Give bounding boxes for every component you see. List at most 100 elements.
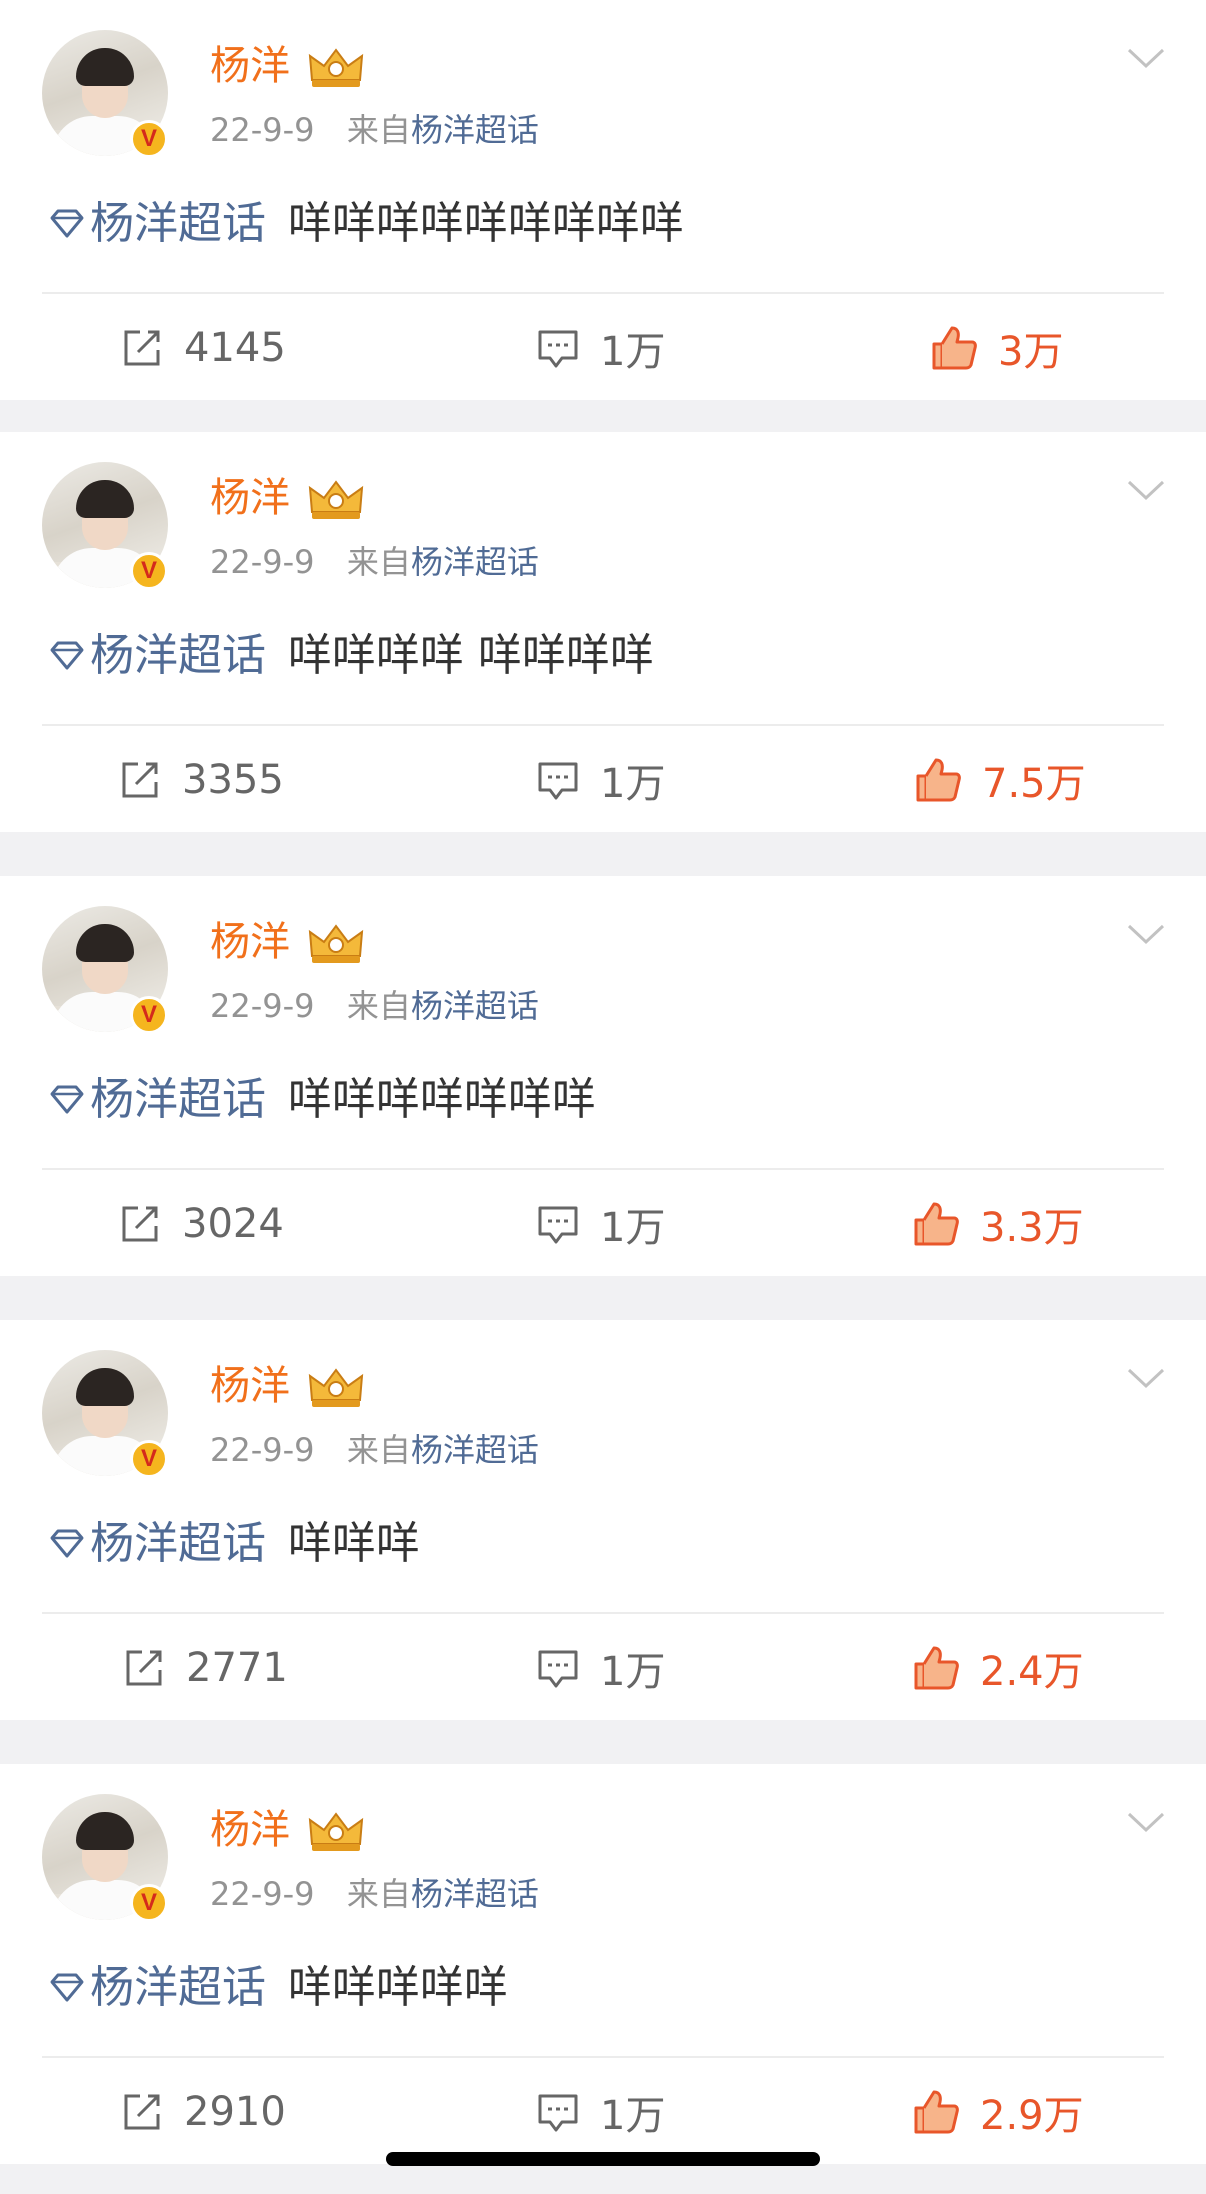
- comment-button[interactable]: 1万: [536, 1172, 665, 1276]
- repost-icon: [126, 1650, 162, 1686]
- post-content: 杨洋超话 咩咩咩咩咩咩咩咩咩: [46, 194, 684, 254]
- divider: [42, 1168, 1164, 1170]
- verified-badge-icon: V: [130, 1440, 168, 1478]
- comment-button[interactable]: 1万: [536, 1616, 665, 1720]
- username[interactable]: 杨洋: [210, 40, 290, 92]
- repost-icon: [124, 2094, 160, 2130]
- repost-button[interactable]: 2771: [122, 1616, 288, 1720]
- like-button[interactable]: 2.9万: [912, 2060, 1084, 2164]
- supertopic-link[interactable]: 杨洋超话: [46, 1518, 266, 1569]
- topic-label: 杨洋超话: [90, 1518, 266, 1569]
- via-label: 来自: [346, 1431, 411, 1469]
- post-text: 咩咩咩咩咩咩咩: [288, 1074, 596, 1125]
- post-card[interactable]: V 杨洋 22-9-9 来自杨洋超话 杨洋超话 咩咩咩咩 咩咩咩咩 3355 1…: [0, 432, 1206, 832]
- post-content: 杨洋超话 咩咩咩咩 咩咩咩咩: [46, 626, 654, 686]
- post-text: 咩咩咩: [288, 1518, 420, 1569]
- repost-button[interactable]: 4145: [120, 296, 286, 400]
- like-button[interactable]: 7.5万: [914, 728, 1086, 832]
- source-link[interactable]: 杨洋超话: [411, 111, 539, 149]
- username[interactable]: 杨洋: [210, 1360, 290, 1412]
- like-button[interactable]: 3.3万: [912, 1172, 1084, 1276]
- post-date: 22-9-9: [210, 111, 315, 149]
- post-meta: 22-9-9 来自杨洋超话: [210, 1428, 539, 1472]
- verified-badge-icon: V: [130, 552, 168, 590]
- post-date: 22-9-9: [210, 1875, 315, 1913]
- supertopic-link[interactable]: 杨洋超话: [46, 198, 266, 249]
- username[interactable]: 杨洋: [210, 1804, 290, 1856]
- repost-button[interactable]: 3355: [118, 728, 284, 832]
- action-bar: 4145 1万 3万: [0, 296, 1206, 400]
- chevron-down-icon[interactable]: [1126, 46, 1166, 70]
- diamond-icon: [50, 1529, 84, 1558]
- username[interactable]: 杨洋: [210, 472, 290, 524]
- verified-badge-icon: V: [130, 1884, 168, 1922]
- thumbs-up-icon: [914, 1646, 959, 1690]
- comment-icon: [538, 1650, 578, 1688]
- crown-icon: [308, 1812, 364, 1851]
- post-meta: 22-9-9 来自杨洋超话: [210, 1872, 539, 1916]
- supertopic-link[interactable]: 杨洋超话: [46, 1962, 266, 2013]
- comment-button[interactable]: 1万: [536, 296, 665, 400]
- thumbs-up-icon: [932, 326, 977, 370]
- post-card[interactable]: V 杨洋 22-9-9 来自杨洋超话 杨洋超话 咩咩咩咩咩咩咩咩咩 4145 1…: [0, 0, 1206, 400]
- source-link[interactable]: 杨洋超话: [411, 987, 539, 1025]
- post-meta: 22-9-9 来自杨洋超话: [210, 108, 539, 152]
- comment-icon: [538, 762, 578, 800]
- post-text: 咩咩咩咩咩: [288, 1962, 508, 2013]
- repost-icon: [124, 330, 160, 366]
- source-link[interactable]: 杨洋超话: [411, 1875, 539, 1913]
- supertopic-link[interactable]: 杨洋超话: [46, 630, 266, 681]
- post-date: 22-9-9: [210, 1431, 315, 1469]
- via-label: 来自: [346, 987, 411, 1025]
- chevron-down-icon[interactable]: [1126, 1810, 1166, 1834]
- like-button[interactable]: 2.4万: [912, 1616, 1084, 1720]
- via-label: 来自: [346, 543, 411, 581]
- post-text: 咩咩咩咩咩咩咩咩咩: [288, 198, 684, 249]
- topic-label: 杨洋超话: [90, 1962, 266, 2013]
- post-date: 22-9-9: [210, 543, 315, 581]
- comment-icon: [538, 1206, 578, 1244]
- like-count: 7.5万: [982, 761, 1086, 807]
- post-date: 22-9-9: [210, 987, 315, 1025]
- repost-count: 3024: [182, 1201, 284, 1247]
- username[interactable]: 杨洋: [210, 916, 290, 968]
- action-bar: 2910 1万 2.9万: [0, 2060, 1206, 2164]
- chevron-down-icon[interactable]: [1126, 1366, 1166, 1390]
- post-card[interactable]: V 杨洋 22-9-9 来自杨洋超话 杨洋超话 咩咩咩咩咩 2910 1万 2.…: [0, 1764, 1206, 2164]
- supertopic-link[interactable]: 杨洋超话: [46, 1074, 266, 1125]
- post-text: 咩咩咩咩 咩咩咩咩: [288, 630, 654, 681]
- repost-button[interactable]: 2910: [120, 2060, 286, 2164]
- post-card[interactable]: V 杨洋 22-9-9 来自杨洋超话 杨洋超话 咩咩咩 2771 1万 2.4万: [0, 1320, 1206, 1720]
- repost-icon: [122, 762, 158, 798]
- source-link[interactable]: 杨洋超话: [411, 543, 539, 581]
- topic-label: 杨洋超话: [90, 630, 266, 681]
- action-bar: 3355 1万 7.5万: [0, 728, 1206, 832]
- comment-button[interactable]: 1万: [536, 2060, 665, 2164]
- divider: [42, 1612, 1164, 1614]
- home-indicator[interactable]: [386, 2152, 820, 2166]
- chevron-down-icon[interactable]: [1126, 478, 1166, 502]
- post-meta: 22-9-9 来自杨洋超话: [210, 984, 539, 1028]
- crown-icon: [308, 924, 364, 963]
- like-count: 2.9万: [980, 2093, 1084, 2139]
- like-button[interactable]: 3万: [930, 296, 1063, 400]
- crown-icon: [308, 1368, 364, 1407]
- source-link[interactable]: 杨洋超话: [411, 1431, 539, 1469]
- post-content: 杨洋超话 咩咩咩: [46, 1514, 420, 1574]
- via-label: 来自: [346, 111, 411, 149]
- post-card[interactable]: V 杨洋 22-9-9 来自杨洋超话 杨洋超话 咩咩咩咩咩咩咩 3024 1万 …: [0, 876, 1206, 1276]
- comment-count: 1万: [600, 1649, 666, 1695]
- thumbs-up-icon: [914, 1202, 959, 1246]
- divider: [42, 2056, 1164, 2058]
- comment-icon: [538, 330, 578, 368]
- comment-button[interactable]: 1万: [536, 728, 665, 832]
- comment-count: 1万: [600, 2093, 666, 2139]
- diamond-icon: [50, 209, 84, 238]
- like-count: 3.3万: [980, 1205, 1084, 1251]
- via-label: 来自: [346, 1875, 411, 1913]
- repost-button[interactable]: 3024: [118, 1172, 284, 1276]
- diamond-icon: [50, 1085, 84, 1114]
- topic-label: 杨洋超话: [90, 198, 266, 249]
- comment-count: 1万: [600, 1205, 666, 1251]
- chevron-down-icon[interactable]: [1126, 922, 1166, 946]
